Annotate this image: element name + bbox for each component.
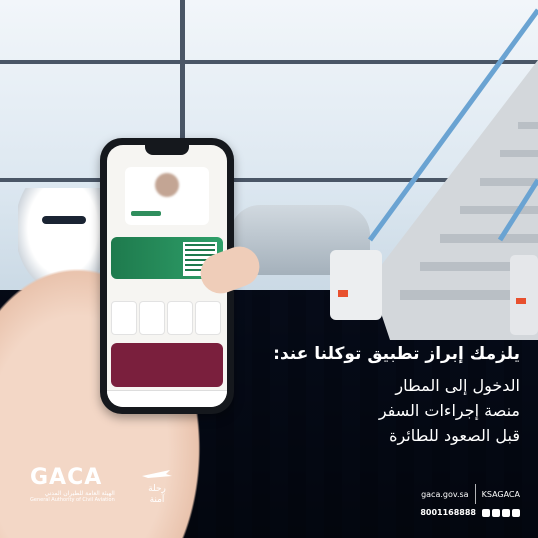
social-handle: KSAGACA xyxy=(481,489,520,499)
services-grid xyxy=(111,291,223,335)
headline-title: يلزمك إبراز تطبيق توكلنا عند: xyxy=(273,344,520,364)
safe-trip-text: رحلة آمنة xyxy=(148,484,166,505)
headline-line: قبل الصعود للطائرة xyxy=(389,426,520,445)
gaca-wordmark: GACA xyxy=(30,465,103,490)
service-tile xyxy=(139,301,165,335)
phone-number: 8001168888 xyxy=(420,508,476,517)
announcement-banner xyxy=(111,343,223,387)
service-tile xyxy=(195,301,221,335)
bottom-nav-bar xyxy=(107,390,227,407)
avatar xyxy=(155,173,179,197)
gaca-arabic-name: الهيئة العامة للطيران المدني xyxy=(44,490,115,497)
facebook-icon xyxy=(502,508,510,517)
profile-card xyxy=(125,167,209,225)
youtube-icon xyxy=(512,508,520,517)
footer-contact: gaca.gov.sa KSAGACA 8001168888 xyxy=(420,484,520,521)
headline-block: يلزمك إبراز تطبيق توكلنا عند: الدخول إلى… xyxy=(273,344,520,448)
headline-line: الدخول إلى المطار xyxy=(395,376,520,395)
airplane-icon xyxy=(142,470,172,478)
poster: يلزمك إبراز تطبيق توكلنا عند: الدخول إلى… xyxy=(0,0,538,538)
service-tile xyxy=(167,301,193,335)
service-tile xyxy=(111,301,137,335)
headline-line: منصة إجراءات السفر xyxy=(378,401,520,420)
instagram-icon xyxy=(492,508,500,517)
safe-trip-badge: رحلة آمنة xyxy=(140,468,174,505)
website-label: gaca.gov.sa xyxy=(421,489,469,499)
boarding-stairs xyxy=(330,8,538,340)
status-badge xyxy=(131,211,161,216)
twitter-icon xyxy=(482,508,490,517)
gaca-english-name: General Authority of Civil Aviation xyxy=(30,497,115,503)
social-icons xyxy=(482,508,520,517)
gaca-logo: GACA الهيئة العامة للطيران المدني Genera… xyxy=(30,465,115,503)
